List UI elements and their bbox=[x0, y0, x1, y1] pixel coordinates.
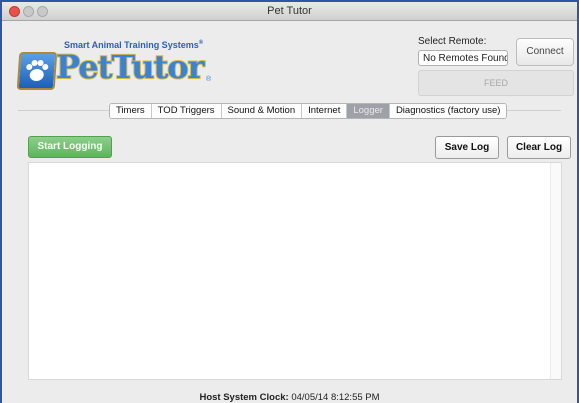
tab-sound-motion[interactable]: Sound & Motion bbox=[221, 104, 303, 118]
logo-brand-mark: ® bbox=[206, 76, 212, 83]
window-title: Pet Tutor bbox=[267, 5, 312, 17]
title-bar[interactable]: Pet Tutor bbox=[2, 2, 577, 21]
select-remote-label: Select Remote: bbox=[418, 36, 487, 47]
start-logging-button[interactable]: Start Logging bbox=[28, 136, 112, 158]
tab-logger[interactable]: Logger bbox=[347, 104, 390, 118]
feed-button[interactable]: FEED bbox=[418, 70, 574, 96]
log-scrollbar[interactable] bbox=[550, 163, 561, 379]
host-system-clock: Host System Clock: 04/05/14 8:12:55 PM bbox=[2, 392, 577, 403]
app-window: Pet Tutor Smart Animal Training Systems®… bbox=[0, 0, 579, 403]
pettutor-logo: Smart Animal Training Systems® PetTutor … bbox=[16, 36, 216, 98]
clock-value: 04/05/14 8:12:55 PM bbox=[291, 392, 380, 403]
tab-diagnostics[interactable]: Diagnostics (factory use) bbox=[389, 104, 507, 118]
clock-label: Host System Clock: bbox=[199, 392, 289, 403]
tab-bar: Timers TOD Triggers Sound & Motion Inter… bbox=[109, 103, 508, 119]
tab-tod-triggers[interactable]: TOD Triggers bbox=[151, 104, 222, 118]
save-log-button[interactable]: Save Log bbox=[435, 136, 499, 159]
connect-button[interactable]: Connect bbox=[516, 38, 574, 66]
log-output-area[interactable] bbox=[28, 162, 562, 380]
remote-select-dropdown[interactable]: No Remotes Found ↕ bbox=[418, 50, 508, 66]
logo-tagline-mark: ® bbox=[198, 40, 204, 46]
tab-timers[interactable]: Timers bbox=[110, 104, 152, 118]
logo-brand-name: PetTutor bbox=[55, 47, 205, 87]
tab-internet[interactable]: Internet bbox=[302, 104, 348, 118]
paw-icon bbox=[16, 52, 58, 90]
clear-log-button[interactable]: Clear Log bbox=[507, 136, 571, 159]
